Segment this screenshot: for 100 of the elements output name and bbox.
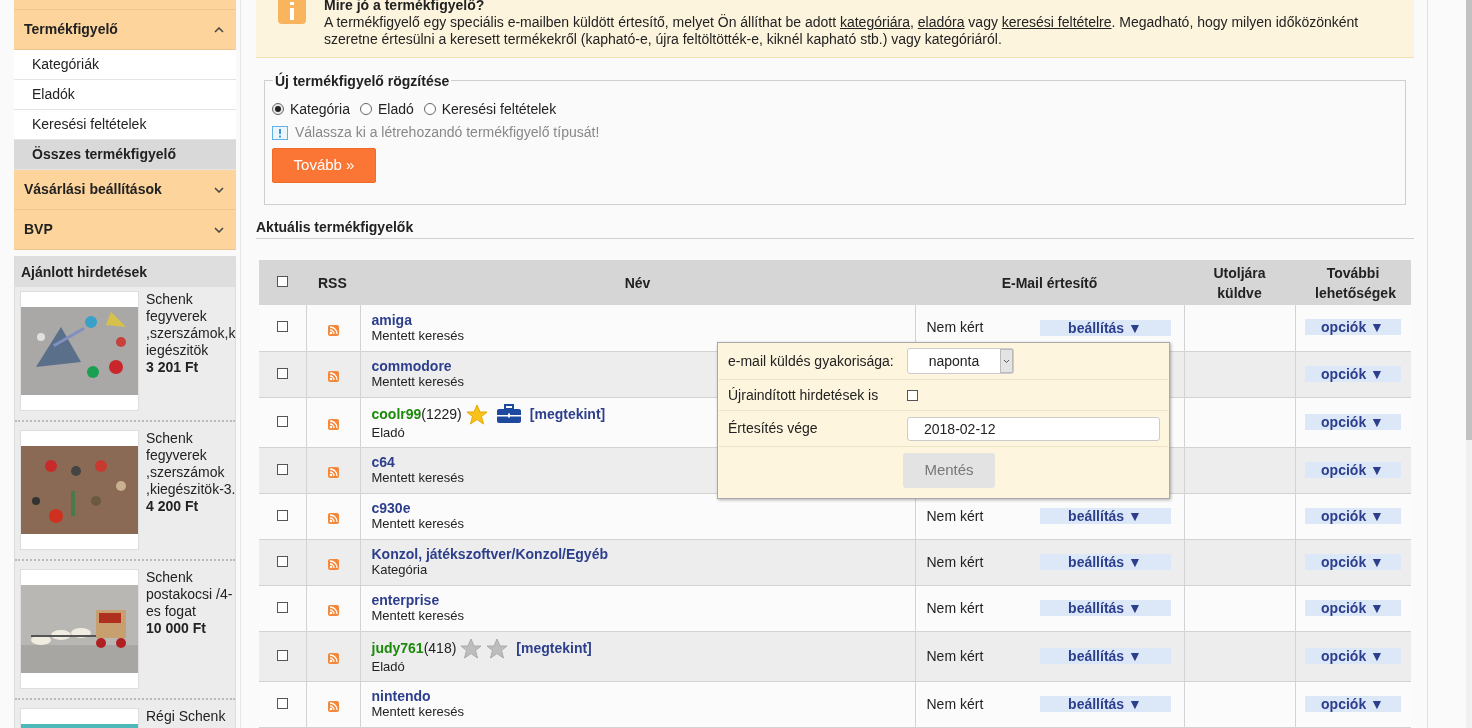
watcher-type: Mentett keresés xyxy=(371,470,464,486)
settings-button[interactable]: beállítás ▼ xyxy=(1039,319,1171,336)
watcher-name-link[interactable]: amiga xyxy=(371,311,412,328)
settings-button[interactable]: beállítás ▼ xyxy=(1039,508,1171,524)
info-icon xyxy=(278,0,306,24)
section-title: Aktuális termékfigyelők xyxy=(256,218,414,237)
email-status: Nem kért xyxy=(926,646,984,666)
checkbox[interactable] xyxy=(276,321,288,333)
info-title: Mire jó a termékfigyelő? xyxy=(324,0,486,14)
ad-title[interactable]: Schenk fegyverek ,szerszámok ,kiegészitök-3. xyxy=(146,430,237,498)
options-button[interactable]: opciók ▼ xyxy=(1304,365,1401,382)
options-button[interactable]: opciók ▼ xyxy=(1304,461,1401,478)
checkbox[interactable] xyxy=(276,649,288,661)
field-label: e-mail küldés gyakorisága: xyxy=(727,351,895,371)
checkbox[interactable] xyxy=(276,555,288,567)
watcher-type: Mentett keresés xyxy=(371,516,464,532)
ad-title[interactable]: Schenk fegyverek ,szerszámok,kiegészitök xyxy=(146,291,237,359)
frequency-select[interactable]: naponta xyxy=(907,348,1014,374)
watcher-type: Kategória xyxy=(371,562,428,578)
warning-icon xyxy=(272,125,288,140)
menu-item[interactable]: Kategóriák xyxy=(14,50,236,80)
email-status: Nem kért xyxy=(926,694,984,714)
email-status: Nem kért xyxy=(926,598,984,618)
options-button[interactable]: opciók ▼ xyxy=(1304,647,1401,664)
ad-title[interactable]: Schenk postakocsi /4-es fogat xyxy=(146,569,237,620)
info-link[interactable]: kategóriára xyxy=(839,14,910,30)
menu-section-header[interactable]: Vásárlási beállítások xyxy=(14,170,236,210)
radio-button[interactable] xyxy=(423,103,436,115)
info-link[interactable]: eladóra xyxy=(917,14,965,30)
watcher-name-link[interactable]: judy761 xyxy=(371,640,424,656)
watcher-name-link[interactable]: c930e xyxy=(371,500,411,516)
email-status: Nem kért xyxy=(926,318,984,338)
radio-label[interactable]: Kategória xyxy=(290,98,350,120)
options-button[interactable]: opciók ▼ xyxy=(1304,599,1401,616)
watcher-type: Mentett keresés xyxy=(371,374,464,390)
column-header: RSS xyxy=(306,260,360,305)
chevron-down-icon xyxy=(214,226,224,233)
column-header: Utoljára küldve xyxy=(1184,260,1295,305)
field-label: Újraindított hirdetések is xyxy=(727,385,880,405)
ad-title[interactable]: Régi Schenk xyxy=(146,708,237,725)
menu-item[interactable]: Eladók xyxy=(14,80,236,110)
checkbox[interactable] xyxy=(276,509,288,521)
rating-count: (418) xyxy=(423,640,457,656)
ad-price: 4 200 Ft xyxy=(146,498,200,515)
watcher-name-link[interactable]: c64 xyxy=(371,454,395,470)
options-button[interactable]: opciók ▼ xyxy=(1304,507,1401,524)
panel-title: Új termékfigyelő rögzítése xyxy=(273,71,452,92)
settings-button[interactable]: beállítás ▼ xyxy=(1039,648,1171,664)
watcher-name-link[interactable]: Konzol, játékszoftver/Konzol/Egyéb xyxy=(371,546,608,562)
menu-section-header[interactable]: Termékfigyelő xyxy=(14,10,236,50)
checkbox[interactable] xyxy=(276,463,288,475)
ad-price: 3 201 Ft xyxy=(146,359,200,376)
caret-icon xyxy=(1000,349,1013,373)
checkbox[interactable] xyxy=(276,697,288,709)
email-status: Nem kért xyxy=(926,506,984,526)
options-button[interactable]: opciók ▼ xyxy=(1304,413,1401,430)
chevron-down-icon xyxy=(214,186,224,193)
watcher-name-link[interactable]: coolr99 xyxy=(371,406,422,422)
view-link[interactable]: [megtekint] xyxy=(516,640,592,656)
chevron-up-icon xyxy=(214,26,224,33)
menu-section-header[interactable]: BVP xyxy=(14,210,236,250)
column-header: Név xyxy=(360,260,915,305)
options-button[interactable]: opciók ▼ xyxy=(1304,553,1401,570)
select-all-checkbox[interactable] xyxy=(277,276,288,287)
radio-label[interactable]: Eladó xyxy=(377,98,414,120)
checkbox[interactable] xyxy=(276,415,288,427)
star-icon xyxy=(460,637,483,659)
star-icon xyxy=(486,637,509,659)
options-button[interactable]: opciók ▼ xyxy=(1304,319,1401,336)
settings-button[interactable]: beállítás ▼ xyxy=(1039,600,1171,616)
info-text: A termékfigyelő egy speciális e-mailben küldött értesítő, melyet Ön állíthat be adott kategóriára, eladóra vagy keresési feltételre. Megadható, hogy milyen időközönként szeretne értesülni a keresett termékekről (kapható-e, újra feltöltötték-e, kiknél kapható stb.) vagy kategóriáról. xyxy=(324,14,1360,48)
briefcase-icon xyxy=(495,404,522,424)
watcher-type: Mentett keresés xyxy=(371,704,464,720)
checkbox[interactable] xyxy=(276,367,288,379)
watcher-type: Eladó xyxy=(371,658,405,675)
checkbox[interactable] xyxy=(907,389,918,401)
email-status: Nem kért xyxy=(926,552,984,572)
radio-button[interactable] xyxy=(272,103,284,115)
view-link[interactable]: [megtekint] xyxy=(529,406,606,422)
menu-item[interactable]: Összes termékfigyelő xyxy=(14,140,236,170)
watcher-name-link[interactable]: commodore xyxy=(371,358,452,374)
column-header: További lehetőségek xyxy=(1295,260,1411,305)
options-button[interactable]: opciók ▼ xyxy=(1304,695,1401,712)
settings-button[interactable]: beállítás ▼ xyxy=(1039,696,1171,712)
radio-button[interactable] xyxy=(359,103,372,115)
panel-title: Ajánlott hirdetések xyxy=(15,257,235,287)
hint-text: Válassza ki a létrehozandó termékfigyelő típusát! xyxy=(295,123,600,142)
settings-button[interactable]: beállítás ▼ xyxy=(1039,554,1171,570)
checkbox[interactable] xyxy=(276,601,288,613)
date-field[interactable]: 2018-02-12 xyxy=(907,416,1160,441)
radio-label[interactable]: Keresési feltételek xyxy=(441,98,557,120)
watcher-type: Mentett keresés xyxy=(371,327,464,344)
watcher-type: Mentett keresés xyxy=(371,608,464,624)
info-link[interactable]: keresési feltételre xyxy=(1001,14,1112,30)
watcher-name-link[interactable]: nintendo xyxy=(371,688,431,704)
menu-item[interactable]: Keresési feltételek xyxy=(14,110,236,140)
ad-price: 10 000 Ft xyxy=(146,620,207,637)
watcher-name-link[interactable]: enterprise xyxy=(371,592,440,608)
column-header: E-Mail értesítő xyxy=(915,260,1184,305)
rating-count: (1229) xyxy=(421,406,462,422)
